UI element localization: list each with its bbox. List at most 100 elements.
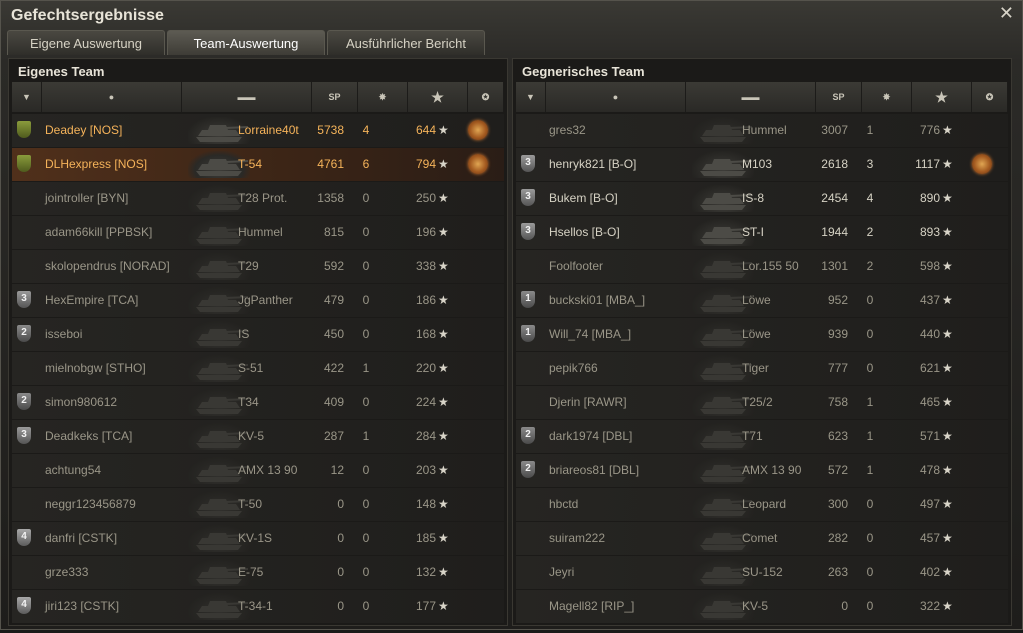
tank-column-icon[interactable]: ▬▬ xyxy=(182,82,312,112)
star-icon: ★ xyxy=(438,531,449,545)
star-icon: ★ xyxy=(942,463,953,477)
tab-own-summary[interactable]: Eigene Auswertung xyxy=(7,30,165,55)
squad-badge: 4 xyxy=(17,597,31,614)
player-row[interactable]: Foolfooter Lor.155 50 1301 2 598 ★ xyxy=(516,250,1008,283)
score-value: 465 xyxy=(919,395,940,409)
score-value: 794 xyxy=(415,157,436,171)
tank-name: S-51 xyxy=(238,361,264,375)
star-icon: ★ xyxy=(942,225,953,239)
enemy-team-panel: Gegnerisches Team ▼ ● ▬▬ SP ✸ ★ ✪ gres32… xyxy=(512,58,1012,626)
player-row[interactable]: 3 henryk821 [B-O] M103 2618 3 1117 ★ xyxy=(516,148,1008,181)
player-row[interactable]: pepik766 Tiger 777 0 621 ★ xyxy=(516,352,1008,385)
medal-icon[interactable] xyxy=(468,154,488,174)
xp-column-header[interactable]: SP xyxy=(816,82,862,112)
kills-value: 0 xyxy=(362,395,370,409)
xp-value: 4761 xyxy=(317,157,344,171)
tank-name: Lorraine40t xyxy=(238,123,299,137)
tank-name: KV-5 xyxy=(238,429,265,443)
tank-name: T34 xyxy=(238,395,259,409)
xp-value: 572 xyxy=(827,463,848,477)
player-row[interactable]: grze333 E-75 0 0 132 ★ xyxy=(12,556,504,589)
player-row[interactable]: 2 dark1974 [DBL] T71 623 1 571 ★ xyxy=(516,420,1008,453)
player-row[interactable]: gres32 Hummel 3007 1 776 ★ xyxy=(516,114,1008,147)
squad-column-icon[interactable]: ▼ xyxy=(12,82,42,112)
player-row[interactable]: 2 isseboi IS 450 0 168 ★ xyxy=(12,318,504,351)
player-row[interactable]: 3 Bukem [B-O] IS-8 2454 4 890 ★ xyxy=(516,182,1008,215)
player-row[interactable]: suiram222 Comet 282 0 457 ★ xyxy=(516,522,1008,555)
player-row[interactable]: 2 simon980612 T34 409 0 224 ★ xyxy=(12,386,504,419)
player-row[interactable]: 1 Will_74 [MBA_] Löwe 939 0 440 ★ xyxy=(516,318,1008,351)
player-column-icon[interactable]: ● xyxy=(42,82,182,112)
player-row[interactable]: mielnobgw [STHO] S-51 422 1 220 ★ xyxy=(12,352,504,385)
star-icon: ★ xyxy=(942,361,953,375)
player-name: pepik766 xyxy=(549,361,598,375)
squad-badge: 3 xyxy=(521,223,535,240)
medal-column-icon[interactable]: ✪ xyxy=(468,82,504,112)
tab-team-summary[interactable]: Team-Auswertung xyxy=(167,30,325,55)
player-row[interactable]: 2 briareos81 [DBL] AMX 13 90 572 1 478 ★ xyxy=(516,454,1008,487)
player-row[interactable]: Djerin [RAWR] T25/2 758 1 465 ★ xyxy=(516,386,1008,419)
tank-column-icon[interactable]: ▬▬ xyxy=(686,82,816,112)
tab-detailed-report[interactable]: Ausführlicher Bericht xyxy=(327,30,485,55)
player-row[interactable]: neggr123456879 T-50 0 0 148 ★ xyxy=(12,488,504,521)
player-row[interactable]: adam66kill [PPBSK] Hummel 815 0 196 ★ xyxy=(12,216,504,249)
player-row[interactable]: 3 Deadkeks [TCA] KV-5 287 1 284 ★ xyxy=(12,420,504,453)
player-row[interactable]: hbctd Leopard 300 0 497 ★ xyxy=(516,488,1008,521)
xp-value: 592 xyxy=(323,259,344,273)
score-column-icon[interactable]: ★ xyxy=(408,82,468,112)
player-column-icon[interactable]: ● xyxy=(546,82,686,112)
player-row[interactable]: 3 Hsellos [B-O] ST-I 1944 2 893 ★ xyxy=(516,216,1008,249)
medal-icon[interactable] xyxy=(468,120,488,140)
player-row[interactable]: jointroller [BYN] T28 Prot. 1358 0 250 ★ xyxy=(12,182,504,215)
player-row[interactable]: achtung54 AMX 13 90 12 0 203 ★ xyxy=(12,454,504,487)
player-name: buckski01 [MBA_] xyxy=(549,293,646,307)
player-name: neggr123456879 xyxy=(45,497,136,511)
player-row[interactable]: 1 buckski01 [MBA_] Löwe 952 0 437 ★ xyxy=(516,284,1008,317)
player-row[interactable]: Jeyri SU-152 263 0 402 ★ xyxy=(516,556,1008,589)
kills-value: 1 xyxy=(866,463,874,477)
squad-column-icon[interactable]: ▼ xyxy=(516,82,546,112)
star-icon: ★ xyxy=(942,599,953,613)
tank-name: T-54 xyxy=(238,157,263,171)
player-row[interactable]: DLHexpress [NOS] T-54 4761 6 794 ★ xyxy=(12,148,504,181)
kills-value: 0 xyxy=(362,463,370,477)
tank-name: T29 xyxy=(238,259,259,273)
xp-value: 939 xyxy=(827,327,848,341)
medal-icon[interactable] xyxy=(972,154,992,174)
enemy-team-title: Gegnerisches Team xyxy=(522,64,645,79)
player-name: grze333 xyxy=(45,565,89,579)
score-column-icon[interactable]: ★ xyxy=(912,82,972,112)
score-value: 437 xyxy=(919,293,940,307)
kills-column-icon[interactable]: ✸ xyxy=(862,82,912,112)
player-row[interactable]: skolopendrus [NORAD] T29 592 0 338 ★ xyxy=(12,250,504,283)
star-icon: ★ xyxy=(438,599,449,613)
tank-name: KV-1S xyxy=(238,531,273,545)
player-row[interactable]: 4 jiri123 [CSTK] T-34-1 0 0 177 ★ xyxy=(12,590,504,623)
score-value: 203 xyxy=(415,463,436,477)
medal-column-icon[interactable]: ✪ xyxy=(972,82,1008,112)
xp-column-header[interactable]: SP xyxy=(312,82,358,112)
player-row[interactable]: Magell82 [RIP_] KV-5 0 0 322 ★ xyxy=(516,590,1008,623)
tank-name: Hummel xyxy=(238,225,283,239)
player-name: Will_74 [MBA_] xyxy=(549,327,632,341)
kills-value: 0 xyxy=(362,531,370,545)
close-icon[interactable]: ✕ xyxy=(999,3,1014,24)
player-row[interactable]: 3 HexEmpire [TCA] JgPanther 479 0 186 ★ xyxy=(12,284,504,317)
player-row[interactable]: 4 danfri [CSTK] KV-1S 0 0 185 ★ xyxy=(12,522,504,555)
player-name: henryk821 [B-O] xyxy=(549,157,637,171)
star-icon: ★ xyxy=(942,327,953,341)
star-icon: ★ xyxy=(438,259,449,273)
xp-value: 0 xyxy=(337,565,344,579)
star-icon: ★ xyxy=(438,191,449,205)
tank-name: Lor.155 50 xyxy=(742,259,799,273)
score-value: 168 xyxy=(415,327,436,341)
kills-column-icon[interactable]: ✸ xyxy=(358,82,408,112)
star-icon: ★ xyxy=(438,157,449,171)
xp-value: 623 xyxy=(827,429,848,443)
tank-name: JgPanther xyxy=(238,293,293,307)
tank-name: T-34-1 xyxy=(238,599,273,613)
player-name: mielnobgw [STHO] xyxy=(45,361,146,375)
player-row[interactable]: Deadey [NOS] Lorraine40t 5738 4 644 ★ xyxy=(12,114,504,147)
player-name: briareos81 [DBL] xyxy=(549,463,640,477)
star-icon: ★ xyxy=(438,327,449,341)
